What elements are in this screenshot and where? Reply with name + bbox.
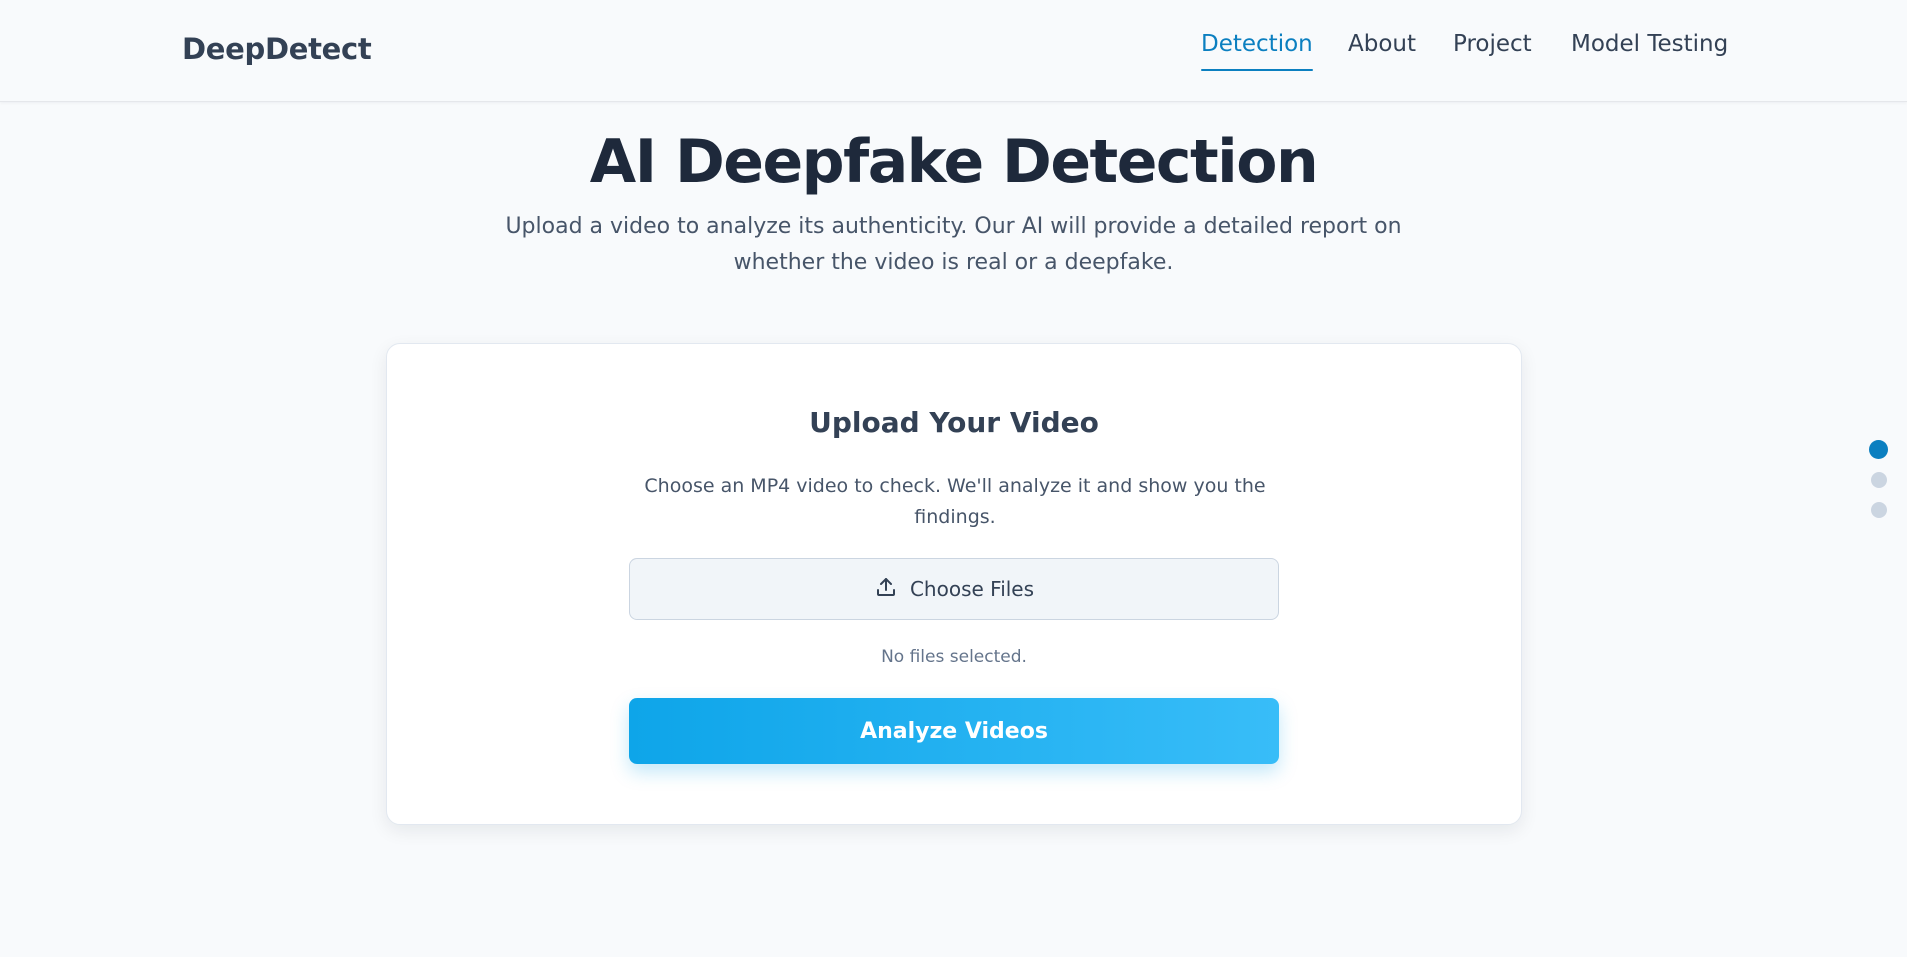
nav-about-label: About	[1348, 31, 1417, 57]
nav-project[interactable]: Project	[1453, 31, 1532, 57]
file-status-text: No files selected.	[881, 647, 1027, 667]
nav-project-label: Project	[1453, 31, 1532, 57]
section-dot-2[interactable]	[1871, 472, 1887, 488]
analyze-videos-button[interactable]: Analyze Videos	[629, 698, 1279, 764]
choose-files-label: Choose Files	[909, 577, 1035, 601]
active-tab-underline	[1201, 69, 1313, 71]
nav-model-testing-label: Model Testing	[1571, 31, 1729, 57]
nav-detection[interactable]: Detection	[1201, 31, 1313, 71]
upload-card-description: Choose an MP4 video to check. We'll anal…	[644, 475, 1266, 528]
nav-detection-label: Detection	[1201, 31, 1313, 57]
nav-about[interactable]: About	[1348, 31, 1416, 57]
choose-files-button[interactable]: Choose Files	[629, 558, 1279, 620]
page-title: AI Deepfake Detection	[589, 127, 1319, 197]
analyze-videos-label: Analyze Videos	[860, 718, 1048, 744]
nav-model-testing[interactable]: Model Testing	[1571, 31, 1728, 57]
upload-card: Upload Your Video Choose an MP4 video to…	[386, 343, 1522, 825]
section-indicator	[1869, 440, 1889, 520]
top-navbar: DeepDetect Detection About Project Model…	[0, 0, 1907, 102]
main-nav: Detection About Project Model Testing	[0, 31, 1907, 75]
upload-icon	[874, 575, 898, 603]
section-dot-3[interactable]	[1871, 502, 1887, 518]
upload-card-title: Upload Your Video	[809, 406, 1099, 439]
page-subtitle: Upload a video to analyze its authentici…	[505, 214, 1402, 275]
section-dot-1[interactable]	[1869, 440, 1888, 459]
